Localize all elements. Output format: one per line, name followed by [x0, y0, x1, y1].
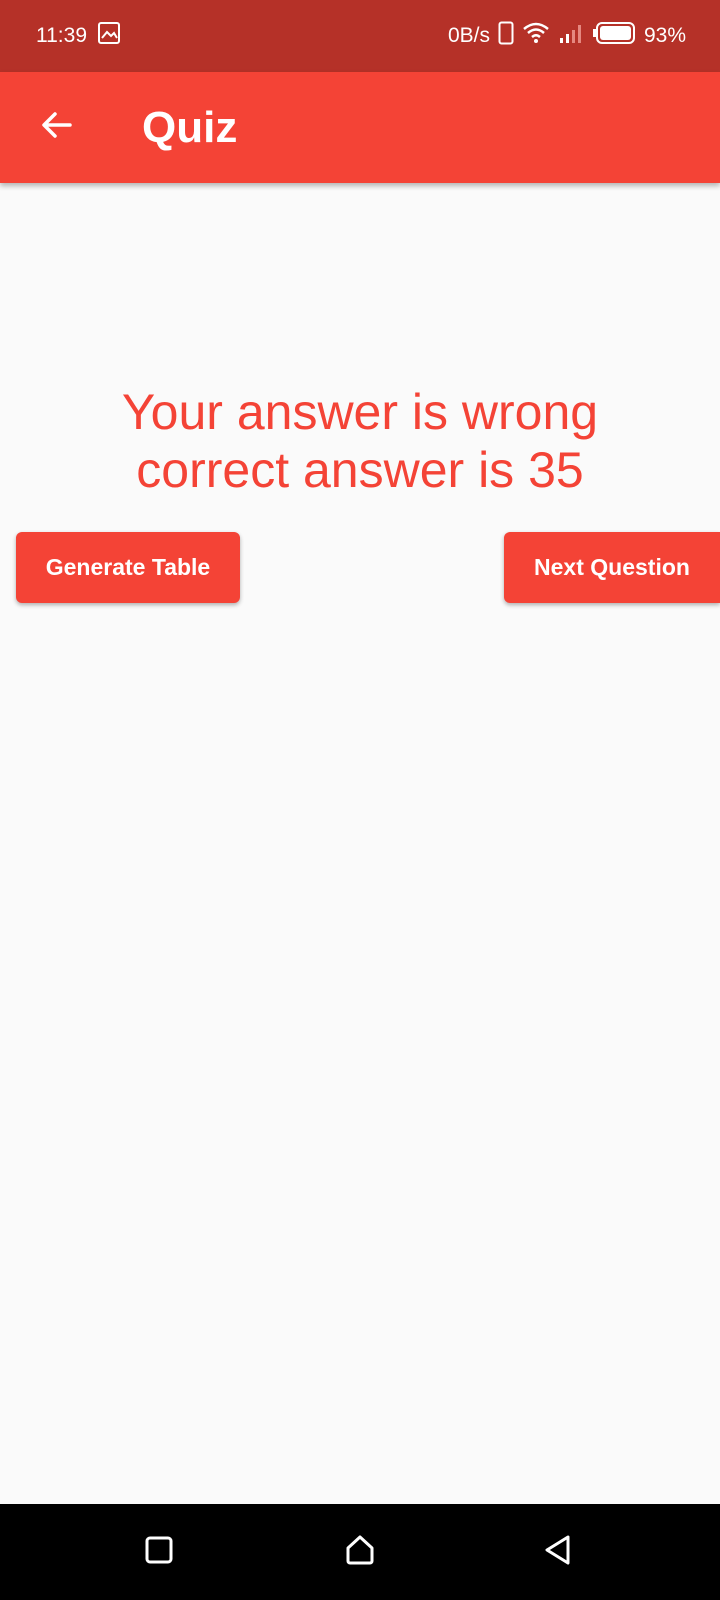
battery-percent: 93%: [643, 24, 686, 47]
status-right: 0B/s 93%: [448, 21, 686, 51]
main-content: Your answer is wrong correct answer is 3…: [0, 183, 720, 1504]
home-icon: [344, 1534, 376, 1571]
result-line-2: correct answer is 35: [136, 442, 584, 498]
phone-icon: [498, 21, 514, 51]
back-button[interactable]: [31, 102, 83, 154]
network-speed: 0B/s: [447, 24, 490, 47]
recents-button[interactable]: [133, 1526, 185, 1578]
app-bar: Quiz: [0, 72, 720, 183]
status-bar: 11:39 0B/s 93%: [0, 0, 720, 72]
recents-icon: [144, 1535, 174, 1570]
home-button[interactable]: [334, 1526, 386, 1578]
gallery-icon: [97, 21, 121, 51]
status-time: 11:39: [36, 24, 87, 47]
result-message: Your answer is wrong correct answer is 3…: [0, 383, 720, 499]
status-left: 11:39: [36, 21, 121, 51]
page-title: Quiz: [142, 102, 238, 152]
signal-icon: [558, 22, 584, 50]
battery-icon: [592, 21, 636, 51]
generate-table-button[interactable]: Generate Table: [16, 532, 240, 603]
back-icon: [543, 1534, 573, 1571]
system-back-button[interactable]: [532, 1526, 584, 1578]
wifi-icon: [522, 22, 550, 50]
result-line-1: Your answer is wrong: [121, 384, 599, 440]
navigation-bar: [0, 1504, 720, 1600]
next-question-button[interactable]: Next Question: [504, 532, 720, 603]
arrow-back-icon: [39, 107, 75, 148]
